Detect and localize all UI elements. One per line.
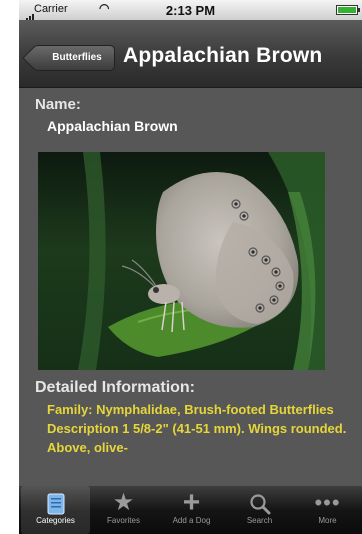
tab-label: More: [318, 516, 337, 525]
status-time: 2:13 PM: [165, 3, 216, 18]
back-button[interactable]: Butterflies: [33, 45, 115, 71]
star-icon: ★: [112, 489, 135, 516]
detail-info-label: Detailed Information:: [35, 379, 196, 396]
tab-label: Favorites: [107, 516, 140, 525]
butterfly-photo: [38, 152, 325, 370]
tab-bar: Categories ★ Favorites + Add a Dog Searc…: [19, 486, 362, 534]
back-button-label: Butterflies: [52, 52, 102, 63]
name-label: Name:: [35, 96, 81, 113]
battery-icon: [336, 5, 360, 15]
book-icon: [21, 486, 90, 516]
plus-icon: +: [182, 486, 201, 519]
tab-categories[interactable]: Categories: [21, 486, 90, 534]
tab-label: Search: [246, 516, 273, 525]
more-icon: •••: [314, 490, 341, 515]
detail-info-text: Family: Nymphalidae, Brush-footed Butter…: [47, 402, 347, 455]
name-value: Appalachian Brown: [47, 118, 178, 134]
navigation-bar: Butterflies Appalachian Brown: [19, 20, 362, 88]
tab-label: Add a Dog: [172, 516, 211, 525]
butterfly-illustration: [78, 152, 325, 370]
status-bar: Carrier ◠ 2:13 PM: [19, 0, 362, 23]
tab-label: Categories: [36, 516, 75, 525]
detail-content[interactable]: Name: Appalachian Brown Detailed Informa…: [19, 88, 362, 486]
phone-screen: Carrier ◠ 2:13 PM Butterflies Appalachia…: [19, 0, 362, 534]
search-icon: [225, 486, 294, 516]
tab-add-a-dog[interactable]: + Add a Dog: [157, 486, 226, 534]
tab-search[interactable]: Search: [225, 486, 294, 534]
page-title: Appalachian Brown: [123, 44, 323, 67]
tab-favorites[interactable]: ★ Favorites: [89, 486, 158, 534]
tab-more[interactable]: ••• More: [293, 486, 362, 534]
